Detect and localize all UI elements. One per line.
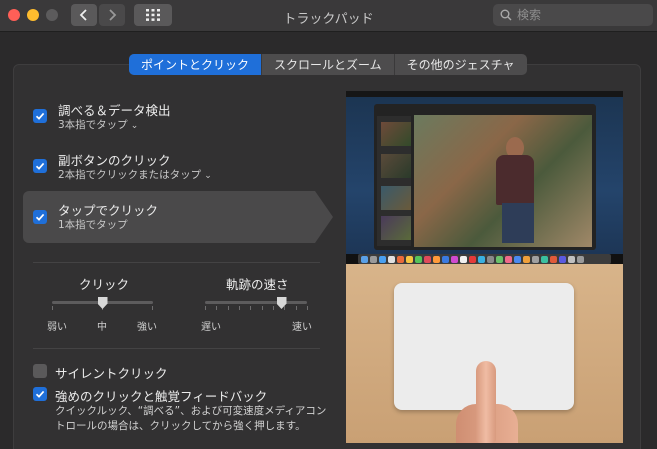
tracking-speed-max-label: 速い — [292, 322, 312, 333]
preview-thumbnail — [381, 154, 411, 178]
click-slider-max-label: 強い — [137, 322, 157, 333]
tap-to-click-checkbox[interactable] — [33, 210, 47, 224]
dock-icon — [397, 255, 404, 263]
dock-icon — [559, 255, 566, 263]
dock-icon — [514, 255, 521, 263]
dock-icon — [532, 255, 539, 263]
preview-thumbnail — [381, 122, 411, 146]
search-input[interactable] — [517, 8, 647, 22]
dock-icon — [460, 255, 467, 263]
dock-icon — [541, 255, 548, 263]
tab-point-and-click[interactable]: ポイントとクリック — [129, 54, 262, 75]
dock-icon — [379, 255, 386, 263]
preview-desktop — [346, 97, 623, 254]
dock-icon — [424, 255, 431, 263]
person-body — [496, 155, 534, 205]
look-up-gesture-menu[interactable]: 3本指でタップ ⌄ — [58, 117, 138, 132]
slider-tick — [273, 306, 274, 310]
preview-photos-window — [374, 104, 596, 250]
silent-click-label: サイレントクリック — [55, 366, 168, 381]
slider-tick — [239, 306, 240, 310]
preview-desk — [346, 264, 623, 443]
force-click-label: 強めのクリックと触覚フィードバック — [55, 389, 268, 404]
checkmark-icon — [35, 213, 45, 221]
tab-more-gestures[interactable]: その他のジェスチャ — [393, 54, 527, 75]
preview-photo — [414, 115, 592, 247]
look-up-checkbox[interactable] — [33, 109, 47, 123]
dock-icon — [415, 255, 422, 263]
secondary-click-checkbox[interactable] — [33, 159, 47, 173]
slider-tick — [216, 306, 218, 310]
tracking-speed-min-label: 遅い — [201, 322, 221, 333]
secondary-click-gesture-menu[interactable]: 2本指でクリックまたはタップ ⌄ — [58, 167, 212, 182]
dock-icon — [388, 255, 395, 263]
chevron-down-icon: ⌄ — [204, 171, 212, 181]
tracking-speed-title: 軌跡の速さ — [226, 277, 289, 292]
dock-icon — [370, 255, 377, 263]
divider — [33, 348, 320, 349]
click-slider-title: クリック — [79, 277, 130, 292]
preview-thumbnail — [381, 186, 411, 210]
slider-tick — [205, 306, 206, 310]
slider-tick — [227, 306, 229, 310]
force-click-checkbox[interactable] — [33, 387, 47, 401]
checkmark-icon — [35, 112, 45, 120]
slider-tick — [307, 306, 308, 310]
trash-icon — [577, 255, 584, 263]
preview-screen — [346, 91, 623, 264]
slider-tick — [250, 306, 252, 310]
slider-tick — [152, 306, 153, 310]
tap-to-click-gesture: 1本指でタップ — [58, 219, 128, 231]
click-slider-min-label: 弱い — [47, 322, 67, 333]
tab-scroll-and-zoom[interactable]: スクロールとズーム — [261, 54, 394, 75]
dock-icon — [487, 255, 494, 263]
slider-tick — [261, 306, 263, 310]
tab-bar: ポイントとクリック スクロールとズーム その他のジェスチャ — [129, 54, 527, 75]
divider — [33, 262, 320, 263]
option-tap-to-click[interactable]: タップでクリック 1本指でタップ — [23, 191, 333, 243]
search-field[interactable] — [493, 4, 653, 26]
person-legs — [502, 203, 534, 243]
slider-tick — [284, 306, 286, 310]
dock-icon — [361, 255, 368, 263]
preview-sidebar — [377, 116, 411, 246]
dock-icon — [550, 255, 557, 263]
look-up-gesture-value: 3本指でタップ — [58, 119, 128, 131]
secondary-click-gesture-value: 2本指でクリックまたはタップ — [58, 169, 202, 181]
silent-click-checkbox[interactable] — [33, 364, 47, 378]
dock-icon — [505, 255, 512, 263]
dock-icon — [406, 255, 413, 263]
preview-dock — [358, 254, 611, 264]
dock-icon — [568, 255, 575, 263]
checkmark-icon — [35, 162, 45, 170]
slider-tick — [295, 306, 297, 310]
chevron-down-icon: ⌄ — [130, 121, 139, 131]
dock-icon — [469, 255, 476, 263]
preview-thumbnail — [381, 216, 411, 240]
dock-icon — [523, 255, 530, 263]
checkmark-icon — [35, 390, 45, 398]
preview-finger — [476, 361, 496, 443]
dock-icon — [433, 255, 440, 263]
dock-icon — [451, 255, 458, 263]
title-bar: トラックパッド — [0, 0, 657, 32]
slider-tick — [52, 306, 53, 310]
option-look-up[interactable]: 調べる＆データ検出 3本指でタップ ⌄ — [23, 94, 333, 146]
search-icon — [500, 9, 512, 21]
gesture-preview-video — [346, 91, 623, 443]
dock-icon — [442, 255, 449, 263]
dock-icon — [496, 255, 503, 263]
tracking-speed-track[interactable] — [205, 301, 307, 304]
dock-icon — [478, 255, 485, 263]
option-secondary-click[interactable]: 副ボタンのクリック 2本指でクリックまたはタップ ⌄ — [23, 144, 333, 196]
force-click-description: クイックルック、“調べる”、および可変速度メディアコントロールの場合は、クリック… — [55, 405, 327, 432]
click-slider-mid-label: 中 — [97, 322, 107, 333]
